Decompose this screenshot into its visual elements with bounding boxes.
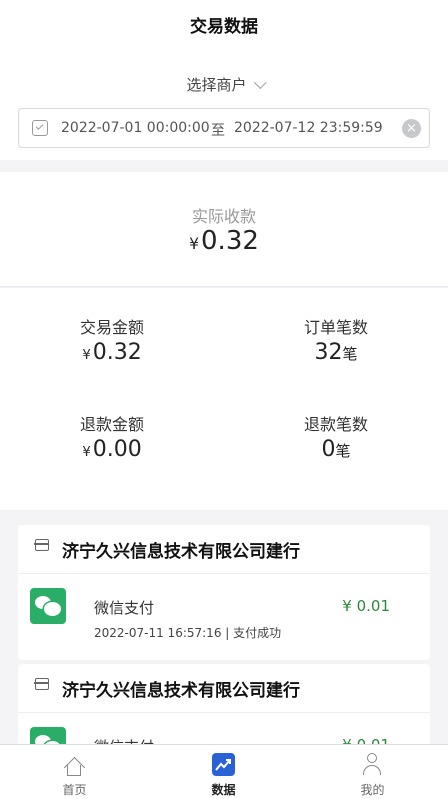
clear-icon[interactable]: × — [402, 119, 421, 138]
calendar-icon — [32, 120, 48, 136]
trade-amount-label: 交易金额 — [79, 318, 144, 337]
bottom-tab-bar: 首页 数据 我的 — [0, 744, 448, 799]
refund-amount-stat: 退款金额 ¥0.00 — [0, 411, 224, 462]
store-icon — [34, 678, 49, 690]
refund-amount-number: 0.00 — [92, 437, 142, 462]
merchant-select-label: 选择商户 — [186, 76, 247, 94]
trade-amount-stat: 交易金额 ¥0.32 — [0, 314, 224, 365]
transaction-status: 支付成功 — [233, 626, 282, 640]
trade-amount-number: 0.32 — [92, 340, 142, 365]
date-end: 2022-07-12 23:59:59 — [234, 120, 383, 136]
order-count-value: 32笔 — [224, 340, 448, 365]
count-unit: 笔 — [342, 345, 358, 363]
trade-amount-value: ¥0.32 — [0, 340, 224, 365]
merchant-select[interactable]: 选择商户 — [0, 74, 448, 95]
currency-symbol: ¥ — [82, 348, 91, 363]
store-name: 济宁久兴信息技术有限公司建行 — [62, 681, 300, 701]
user-icon — [362, 753, 382, 777]
currency-symbol: ¥ — [189, 235, 200, 253]
date-separator: 至 — [211, 123, 225, 139]
date-range-picker[interactable]: 2022-07-01 00:00:00 至 2022-07-12 23:59:5… — [18, 108, 430, 148]
chart-trend-icon — [212, 753, 235, 776]
refund-amount-label: 退款金额 — [79, 415, 144, 434]
refund-amount-value: ¥0.00 — [0, 437, 224, 462]
count-unit: 笔 — [335, 442, 351, 460]
date-start: 2022-07-01 00:00:00 — [61, 120, 210, 136]
divider — [18, 712, 430, 713]
net-income-label: 实际收款 — [191, 207, 256, 226]
store-icon — [34, 539, 49, 551]
net-income-amount: 0.32 — [201, 226, 259, 256]
transaction-time: 2022-07-11 16:57:16 — [94, 626, 222, 640]
page-title: 交易数据 — [190, 17, 258, 37]
header: 交易数据 选择商户 2022-07-01 00:00:00 至 2022-07-… — [0, 0, 448, 160]
currency-symbol: ¥ — [82, 445, 91, 460]
wechat-pay-icon — [30, 588, 66, 624]
order-count-number: 32 — [314, 340, 343, 365]
order-count-stat: 订单笔数 32笔 — [224, 314, 448, 365]
tab-mine[interactable]: 我的 — [298, 745, 447, 799]
transaction-amount: ¥ 0.01 — [342, 597, 390, 615]
refund-count-label: 退款笔数 — [303, 415, 368, 434]
refund-count-number: 0 — [321, 437, 336, 462]
tab-mine-label: 我的 — [360, 783, 385, 797]
refund-count-stat: 退款笔数 0笔 — [224, 411, 448, 462]
divider — [18, 573, 430, 574]
tab-home-label: 首页 — [62, 783, 87, 797]
net-income-value: ¥0.32 — [0, 226, 448, 256]
order-count-label: 订单笔数 — [303, 318, 368, 337]
refund-count-value: 0笔 — [224, 437, 448, 462]
home-icon — [63, 756, 86, 779]
tab-data[interactable]: 数据 — [149, 745, 298, 799]
store-name: 济宁久兴信息技术有限公司建行 — [62, 542, 300, 562]
net-income-summary: 实际收款 ¥0.32 — [0, 172, 448, 287]
stats-grid: 交易金额 ¥0.32 订单笔数 32笔 退款金额 ¥0.00 退款笔数 0笔 — [0, 288, 448, 510]
payment-method: 微信支付 — [94, 599, 155, 617]
chevron-down-icon — [253, 76, 267, 90]
tab-home[interactable]: 首页 — [0, 745, 149, 799]
tab-data-label: 数据 — [211, 783, 236, 797]
transaction-meta: 2022-07-11 16:57:16 | 支付成功 — [94, 626, 282, 640]
transaction-card[interactable]: 济宁久兴信息技术有限公司建行 微信支付 ¥ 0.01 2022-07-11 16… — [18, 525, 430, 660]
